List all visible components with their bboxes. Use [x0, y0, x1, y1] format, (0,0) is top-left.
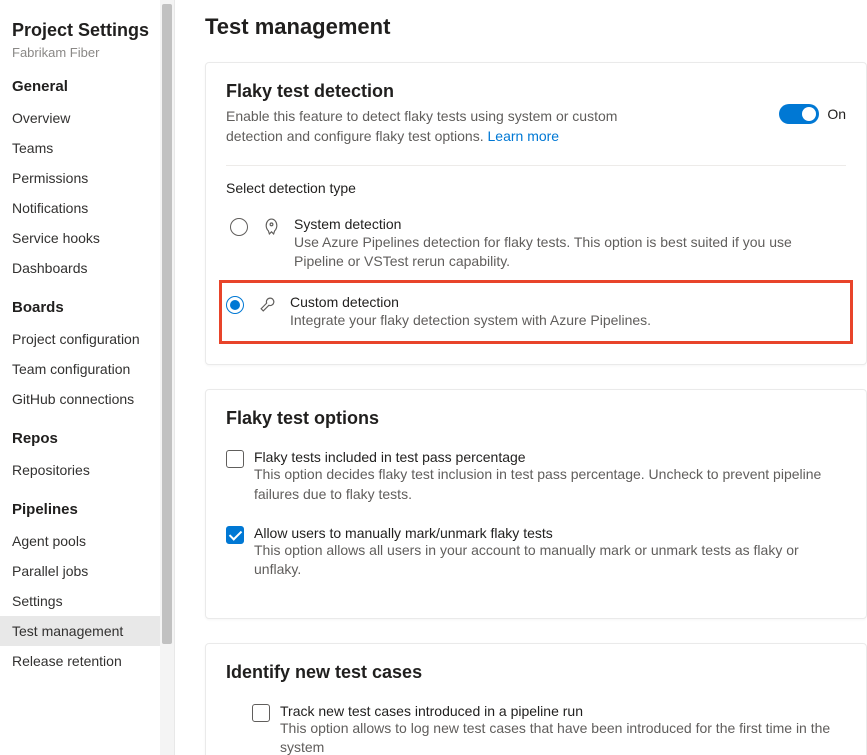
rocket-icon: [262, 218, 280, 236]
sidebar-item-test-management[interactable]: Test management: [0, 616, 174, 646]
option-desc: Use Azure Pipelines detection for flaky …: [294, 233, 842, 272]
sidebar-item-repositories[interactable]: Repositories: [0, 455, 174, 485]
sidebar-item-settings[interactable]: Settings: [0, 586, 174, 616]
radio-button[interactable]: [230, 218, 248, 236]
sidebar-item-teams[interactable]: Teams: [0, 133, 174, 163]
toggle-label: On: [827, 106, 846, 122]
checkbox[interactable]: [226, 526, 244, 544]
option-title: Custom detection: [290, 294, 846, 310]
sidebar: Project Settings Fabrikam Fiber General O…: [0, 0, 175, 755]
detection-option-system-detection[interactable]: System detectionUse Azure Pipelines dete…: [226, 210, 846, 278]
identify-title: Identify new test cases: [226, 662, 846, 683]
checkbox-label: Track new test cases introduced in a pip…: [280, 703, 846, 719]
sidebar-item-service-hooks[interactable]: Service hooks: [0, 223, 174, 253]
divider: [226, 165, 846, 166]
options-title: Flaky test options: [226, 408, 846, 429]
identify-card: Identify new test cases Track new test c…: [205, 643, 867, 755]
sidebar-item-permissions[interactable]: Permissions: [0, 163, 174, 193]
checkbox[interactable]: [252, 704, 270, 722]
flaky-title: Flaky test detection: [226, 81, 656, 102]
checkbox-label: Allow users to manually mark/unmark flak…: [254, 525, 846, 541]
option-title: System detection: [294, 216, 842, 232]
checkbox-label: Flaky tests included in test pass percen…: [254, 449, 846, 465]
radio-button[interactable]: [226, 296, 244, 314]
flaky-desc: Enable this feature to detect flaky test…: [226, 106, 656, 147]
checkbox[interactable]: [226, 450, 244, 468]
sidebar-item-notifications[interactable]: Notifications: [0, 193, 174, 223]
sidebar-item-release-retention[interactable]: Release retention: [0, 646, 174, 676]
detection-type-label: Select detection type: [226, 180, 846, 196]
project-name: Fabrikam Fiber: [12, 45, 174, 60]
scrollbar-track: [160, 0, 174, 755]
checkbox-row: Flaky tests included in test pass percen…: [226, 449, 846, 504]
flaky-options-card: Flaky test options Flaky tests included …: [205, 389, 867, 618]
checkbox-row: Track new test cases introduced in a pip…: [252, 703, 846, 755]
toggle-knob: [802, 107, 816, 121]
sidebar-item-team-configuration[interactable]: Team configuration: [0, 354, 174, 384]
main-content: Test management Flaky test detection Ena…: [175, 0, 867, 755]
checkbox-row: Allow users to manually mark/unmark flak…: [226, 525, 846, 580]
section-header: Repos: [12, 430, 174, 447]
flaky-detection-card: Flaky test detection Enable this feature…: [205, 62, 867, 365]
sidebar-item-project-configuration[interactable]: Project configuration: [0, 324, 174, 354]
sidebar-item-agent-pools[interactable]: Agent pools: [0, 526, 174, 556]
section-header: General: [12, 78, 174, 95]
main-title: Test management: [205, 14, 867, 40]
sidebar-item-dashboards[interactable]: Dashboards: [0, 253, 174, 283]
wrench-icon: [258, 296, 276, 314]
option-desc: Integrate your flaky detection system wi…: [290, 311, 846, 331]
sidebar-item-parallel-jobs[interactable]: Parallel jobs: [0, 556, 174, 586]
learn-more-link[interactable]: Learn more: [488, 128, 560, 144]
detection-option-custom-detection[interactable]: Custom detectionIntegrate your flaky det…: [219, 280, 853, 345]
section-header: Pipelines: [12, 501, 174, 518]
checkbox-desc: This option allows all users in your acc…: [254, 541, 846, 580]
checkbox-desc: This option allows to log new test cases…: [280, 719, 846, 755]
section-header: Boards: [12, 299, 174, 316]
page-title: Project Settings: [12, 20, 174, 41]
flaky-toggle[interactable]: [779, 104, 819, 124]
scrollbar-thumb[interactable]: [162, 4, 172, 644]
sidebar-item-overview[interactable]: Overview: [0, 103, 174, 133]
sidebar-item-github-connections[interactable]: GitHub connections: [0, 384, 174, 414]
checkbox-desc: This option decides flaky test inclusion…: [254, 465, 846, 504]
